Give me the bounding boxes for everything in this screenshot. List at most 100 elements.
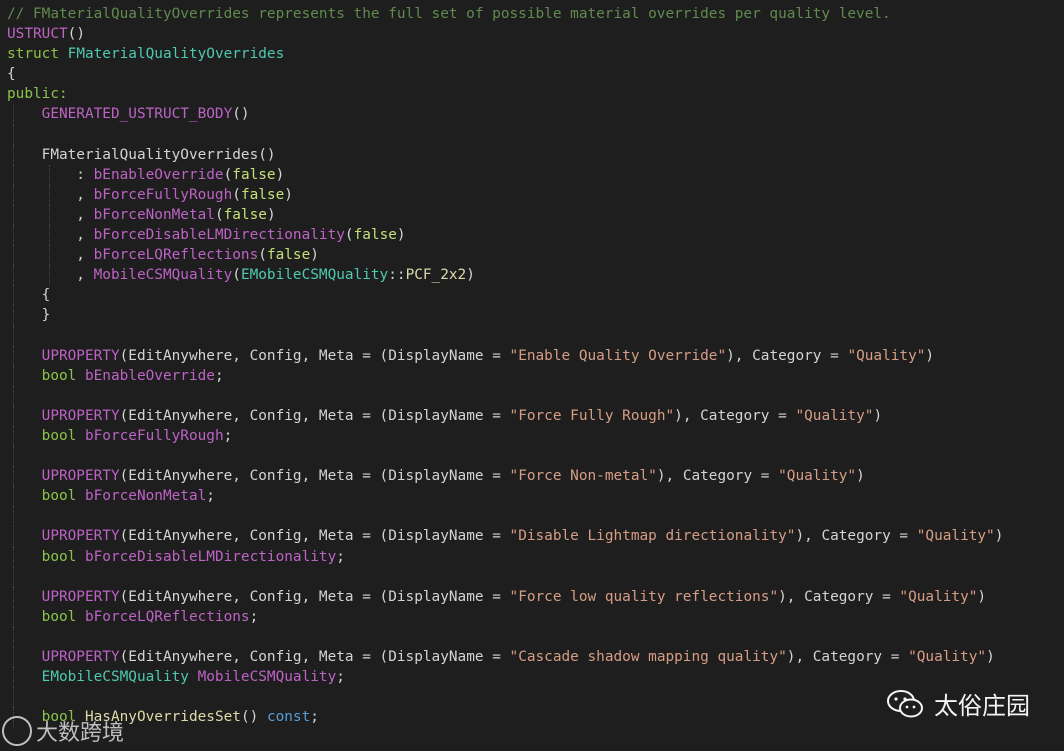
code-line[interactable] (0, 506, 1064, 527)
code-token: ; (206, 488, 215, 505)
code-token: false (223, 206, 267, 223)
code-line[interactable]: bool bForceFullyRough; (0, 425, 1064, 447)
code-line[interactable]: bool bForceNonMetal; (0, 486, 1064, 507)
code-token: "Force Fully Rough" (509, 407, 675, 424)
code-token: , (7, 227, 94, 244)
code-token: UPROPERTY (41, 407, 120, 424)
code-line[interactable]: public: (0, 84, 1064, 104)
code-token: "Disable Lightmap directionality" (509, 528, 796, 545)
code-token: ; (223, 427, 233, 444)
code-token: "Quality" (899, 588, 978, 605)
code-token: bForceDisableLMDirectionality (93, 227, 345, 244)
code-token: ), Category = (726, 347, 848, 364)
code-token: USTRUCT (7, 26, 68, 43)
code-token: FMaterialQualityOverrides (67, 46, 285, 63)
code-token: bForceFullyRough (84, 427, 224, 444)
brand-logo-icon (2, 716, 32, 746)
code-token: ) (873, 407, 883, 424)
code-token: ), Category = (674, 407, 796, 424)
code-line[interactable]: UPROPERTY(EditAnywhere, Config, Meta = (… (0, 405, 1064, 426)
watermark-left-text: 大数跨境 (36, 721, 125, 746)
code-line[interactable] (0, 124, 1064, 145)
code-line[interactable]: UPROPERTY(EditAnywhere, Config, Meta = (… (0, 647, 1064, 668)
code-token: { (7, 66, 16, 83)
code-token: (EditAnywhere, Config, Meta = (DisplayNa… (119, 347, 510, 364)
code-token: UPROPERTY (41, 468, 120, 485)
code-token: bEnableOverride (84, 367, 215, 384)
code-token: ) (986, 649, 995, 665)
code-line[interactable]: bool bEnableOverride; (0, 365, 1064, 386)
code-line[interactable]: bool bForceLQReflections; (0, 606, 1064, 627)
code-line[interactable]: , bForceLQReflections(false) (0, 245, 1064, 266)
code-token: ( (232, 267, 241, 284)
code-token: "Quality" (795, 407, 874, 424)
code-token: "Cascade shadow mapping quality" (509, 649, 787, 665)
code-token: bEnableOverride (93, 166, 224, 183)
code-line[interactable]: , bForceDisableLMDirectionality(false) (0, 225, 1064, 246)
code-line[interactable]: UPROPERTY(EditAnywhere, Config, Meta = (… (0, 466, 1064, 487)
code-line[interactable]: FMaterialQualityOverrides() (0, 144, 1064, 165)
code-token: ; (336, 548, 345, 565)
code-token: PCF_2x2 (405, 267, 467, 284)
code-line[interactable]: EMobileCSMQuality MobileCSMQuality; (0, 667, 1064, 688)
code-token: "Quality" (916, 528, 995, 545)
code-line[interactable]: } (0, 305, 1064, 326)
code-token: ( (344, 227, 354, 244)
code-line[interactable]: , MobileCSMQuality(EMobileCSMQuality::PC… (0, 265, 1064, 286)
code-line[interactable] (0, 385, 1064, 406)
code-token: UPROPERTY (41, 588, 120, 605)
code-line[interactable]: { (0, 64, 1064, 84)
code-line[interactable] (0, 446, 1064, 467)
code-line[interactable]: // FMaterialQualityOverrides represents … (0, 4, 1064, 24)
code-token: ) (275, 166, 285, 183)
code-token: ( (258, 247, 267, 264)
code-token: ) (266, 206, 276, 223)
code-line[interactable]: , bForceFullyRough(false) (0, 184, 1064, 205)
code-line[interactable]: , bForceNonMetal(false) (0, 204, 1064, 226)
code-line[interactable]: UPROPERTY(EditAnywhere, Config, Meta = (… (0, 526, 1064, 547)
code-token: UPROPERTY (41, 528, 120, 545)
code-token: GENERATED_USTRUCT_BODY (41, 106, 233, 123)
code-line[interactable]: { (0, 285, 1064, 306)
code-line[interactable]: GENERATED_USTRUCT_BODY() (0, 104, 1064, 125)
code-token: UPROPERTY (41, 649, 120, 665)
code-line[interactable]: UPROPERTY(EditAnywhere, Config, Meta = (… (0, 345, 1064, 366)
code-token: (EditAnywhere, Config, Meta = (DisplayNa… (119, 588, 510, 605)
code-token: ) (466, 267, 475, 284)
code-token: false (266, 247, 311, 264)
code-line[interactable]: USTRUCT() (0, 24, 1064, 44)
code-token: bForceLQReflections (93, 247, 259, 264)
code-token: ), Category = (778, 588, 900, 605)
code-token: "Quality" (847, 347, 926, 364)
code-line[interactable]: : bEnableOverride(false) (0, 164, 1064, 185)
wechat-icon (887, 689, 923, 717)
code-token: EMobileCSMQuality (41, 669, 198, 686)
code-token: ; (336, 669, 345, 686)
code-token: ) (856, 468, 865, 485)
code-line[interactable] (0, 626, 1064, 647)
code-line[interactable] (0, 325, 1064, 346)
code-token: ( (232, 186, 241, 203)
code-token: public: (7, 86, 68, 103)
code-line[interactable]: UPROPERTY(EditAnywhere, Config, Meta = (… (0, 586, 1064, 607)
code-token: ) (925, 347, 935, 364)
code-line[interactable]: struct FMaterialQualityOverrides (0, 44, 1064, 64)
code-token: ( (223, 166, 233, 183)
code-line[interactable]: bool bForceDisableLMDirectionality; (0, 546, 1064, 567)
code-token: bForceFullyRough (93, 186, 233, 203)
code-token: ; (214, 367, 224, 384)
code-line[interactable] (0, 566, 1064, 587)
code-token: ), Category = (795, 528, 917, 545)
code-token: "Force Non-metal" (509, 468, 657, 485)
code-token: bool (41, 548, 85, 565)
code-token: ), Category = (786, 649, 909, 665)
code-editor[interactable]: // FMaterialQualityOverrides represents … (0, 4, 1064, 728)
